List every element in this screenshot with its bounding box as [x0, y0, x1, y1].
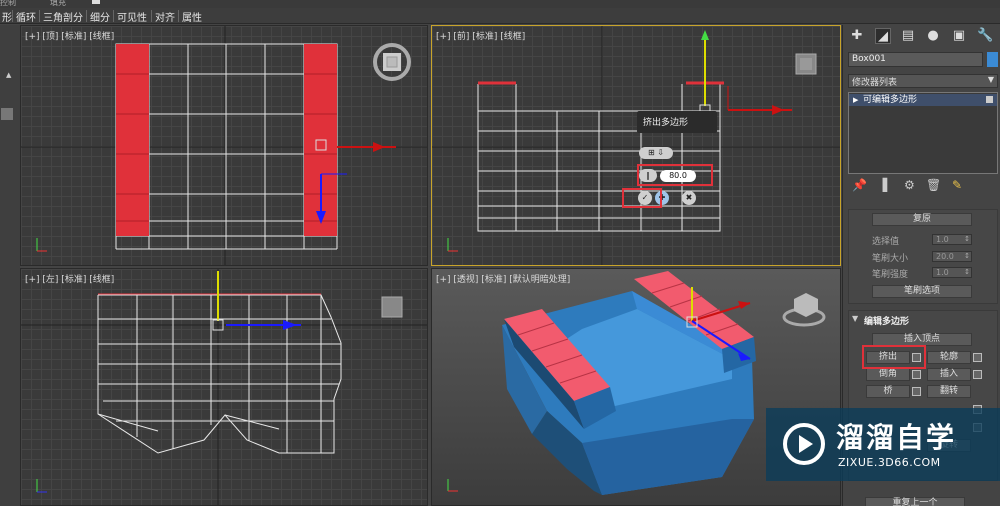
soft-selection-rollout: 复原 选择值 1.0 笔刷大小 20.0 笔刷强度 1.0 笔刷选项 [848, 209, 998, 304]
viewport-label-top[interactable]: [+] [顶] [标准] [线框] [25, 29, 114, 42]
viewport-front[interactable]: [+] [前] [标准] [线框] [431, 25, 841, 266]
repeat-last-button[interactable]: 重复上一个 [865, 497, 965, 506]
top-strip: 控制 填充 [0, 0, 1000, 8]
bevel-settings-button[interactable] [912, 370, 921, 379]
brush-options-button[interactable]: 笔刷选项 [872, 285, 972, 298]
make-unique-icon[interactable]: ⚙ [904, 178, 915, 192]
brush-size-spinner[interactable]: 20.0 [932, 251, 972, 262]
utilities-icon[interactable]: 🔧 [977, 28, 993, 44]
display-icon[interactable]: ▣ [951, 28, 967, 44]
separator [113, 10, 114, 22]
extrude-caddy-title: 挤出多边形 [637, 111, 717, 133]
object-name-field[interactable]: Box001 [848, 52, 983, 67]
create-icon[interactable]: ✚ [849, 28, 865, 44]
left-view-canvas [21, 269, 427, 505]
menu-item-align[interactable]: 对齐 [153, 9, 177, 24]
stack-item-label: 可编辑多边形 [863, 95, 918, 105]
bridge-button[interactable]: 桥 [866, 385, 910, 398]
brush-strength-label: 笔刷强度 [872, 270, 909, 280]
ribbon-menu: 形 循环 三角剖分 细分 可见性 对齐 属性 [0, 8, 1000, 24]
viewport-top[interactable]: [+] [顶] [标准] [线框] [20, 25, 428, 266]
select-value-spinner[interactable]: 1.0 [932, 234, 972, 245]
expand-icon[interactable]: ▶ [853, 94, 858, 106]
separator [178, 10, 179, 22]
dropdown-icon[interactable] [92, 0, 100, 4]
cancel-x-icon[interactable]: ✖ [682, 191, 696, 205]
highlight-height-box [637, 164, 713, 186]
separator [39, 10, 40, 22]
reset-button[interactable]: 复原 [872, 213, 972, 226]
collapse-icon[interactable]: ▼ [852, 314, 858, 323]
inset-button[interactable]: 插入 [927, 368, 971, 381]
inset-settings-button[interactable] [973, 370, 982, 379]
top-view-canvas [21, 26, 427, 265]
watermark-url: ZIXUE.3D66.COM [838, 456, 941, 469]
bridge-settings-button[interactable] [912, 387, 921, 396]
modify-icon[interactable]: ◢ [875, 28, 891, 44]
top-strip-middle: 填充 [50, 0, 66, 7]
outline-settings-button[interactable] [973, 353, 982, 362]
menu-item-visibility[interactable]: 可见性 [115, 9, 149, 24]
remove-modifier-icon[interactable]: 🗑 [926, 178, 941, 192]
viewport-label-front[interactable]: [+] [前] [标准] [线框] [436, 29, 525, 42]
top-strip-left: 控制 [0, 0, 16, 7]
edit-polygons-title[interactable]: 编辑多边形 [864, 314, 909, 327]
brush-size-label: 笔刷大小 [872, 254, 909, 264]
outline-button[interactable]: 轮廓 [927, 351, 971, 364]
chevron-down-icon: ▼ [987, 75, 994, 84]
brush-strength-spinner[interactable]: 1.0 [932, 267, 972, 278]
motion-icon[interactable]: ● [925, 28, 941, 44]
menu-item-properties[interactable]: 属性 [180, 9, 204, 24]
modifier-list-label: 修改器列表 [852, 78, 898, 88]
left-toolbar: ▲ [0, 25, 20, 506]
stack-item-editable-poly[interactable]: ▶ 可编辑多边形 [849, 94, 997, 106]
hierarchy-icon[interactable]: ▤ [900, 28, 916, 44]
modifier-stack[interactable]: ▶ 可编辑多边形 [848, 92, 998, 174]
play-logo-icon [783, 423, 825, 465]
object-color-swatch[interactable] [987, 52, 998, 67]
front-view-canvas [432, 26, 840, 265]
menu-item-subdivide[interactable]: 细分 [88, 9, 112, 24]
select-value-label: 选择值 [872, 237, 900, 247]
separator [151, 10, 152, 22]
menu-item-triangulate[interactable]: 三角剖分 [41, 9, 85, 24]
configure-sets-icon[interactable]: ✎ [952, 178, 962, 192]
flip-button[interactable]: 翻转 [927, 385, 971, 398]
viewport-label-perspective[interactable]: [+] [透视] [标准] [默认明暗处理] [436, 272, 570, 285]
extrude-type-button[interactable]: ⊞ ⇩ [639, 147, 673, 159]
bevel-button[interactable]: 倒角 [866, 368, 910, 381]
modifier-list-dropdown[interactable]: 修改器列表 ▼ [848, 74, 998, 88]
pin-stack-icon[interactable]: 📌 [852, 178, 867, 192]
separator [86, 10, 87, 22]
separator [12, 10, 13, 22]
highlight-ok-box [622, 188, 662, 208]
arrow-icon[interactable]: ▲ [6, 71, 11, 79]
stack-toolbar: 📌 ▐ ⚙ 🗑 ✎ [848, 178, 998, 194]
viewport-left[interactable]: [+] [左] [标准] [线框] [20, 268, 428, 506]
show-end-result-icon[interactable]: ▐ [878, 178, 887, 192]
viewport-label-left[interactable]: [+] [左] [标准] [线框] [25, 272, 114, 285]
watermark-title: 溜溜自学 [836, 421, 957, 454]
highlight-extrude-box [862, 345, 926, 369]
scroll-button[interactable] [1, 108, 13, 120]
stack-item-toggle[interactable] [986, 96, 993, 103]
menu-item-loop[interactable]: 循环 [14, 9, 38, 24]
watermark: 溜溜自学 ZIXUE.3D66.COM [766, 408, 1000, 481]
